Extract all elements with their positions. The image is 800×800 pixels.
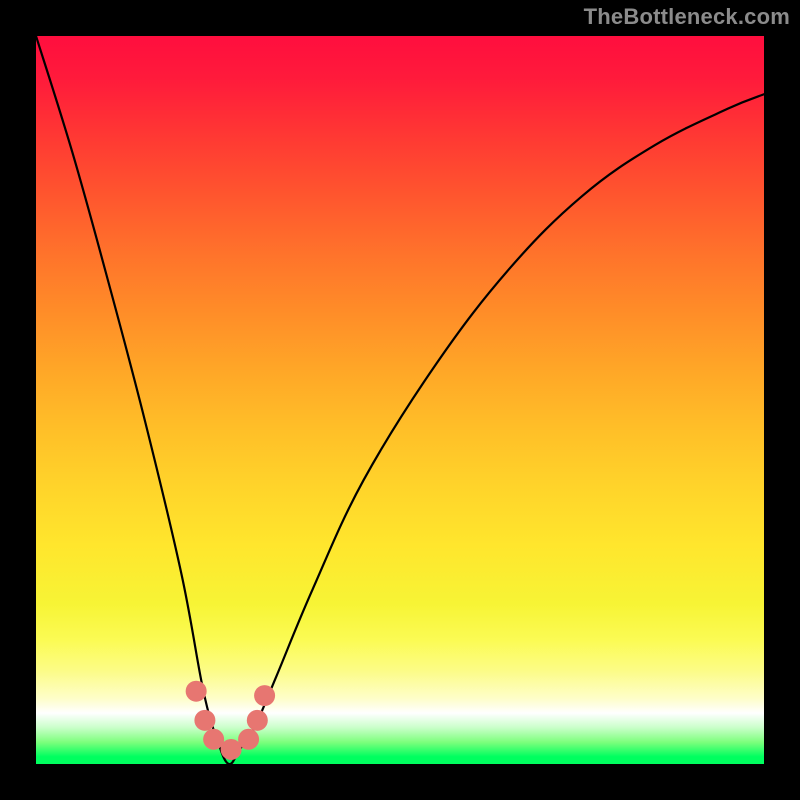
curve-marker [238, 729, 259, 750]
watermark-text: TheBottleneck.com [584, 4, 790, 30]
curve-marker [203, 729, 224, 750]
curve-marker [186, 681, 207, 702]
curve-marker [254, 685, 275, 706]
curve-marker [221, 739, 242, 760]
marker-group [186, 681, 275, 760]
chart-svg [36, 36, 764, 764]
chart-plot-area [36, 36, 764, 764]
curve-marker [194, 710, 215, 731]
curve-marker [247, 710, 268, 731]
bottleneck-curve [36, 36, 764, 764]
